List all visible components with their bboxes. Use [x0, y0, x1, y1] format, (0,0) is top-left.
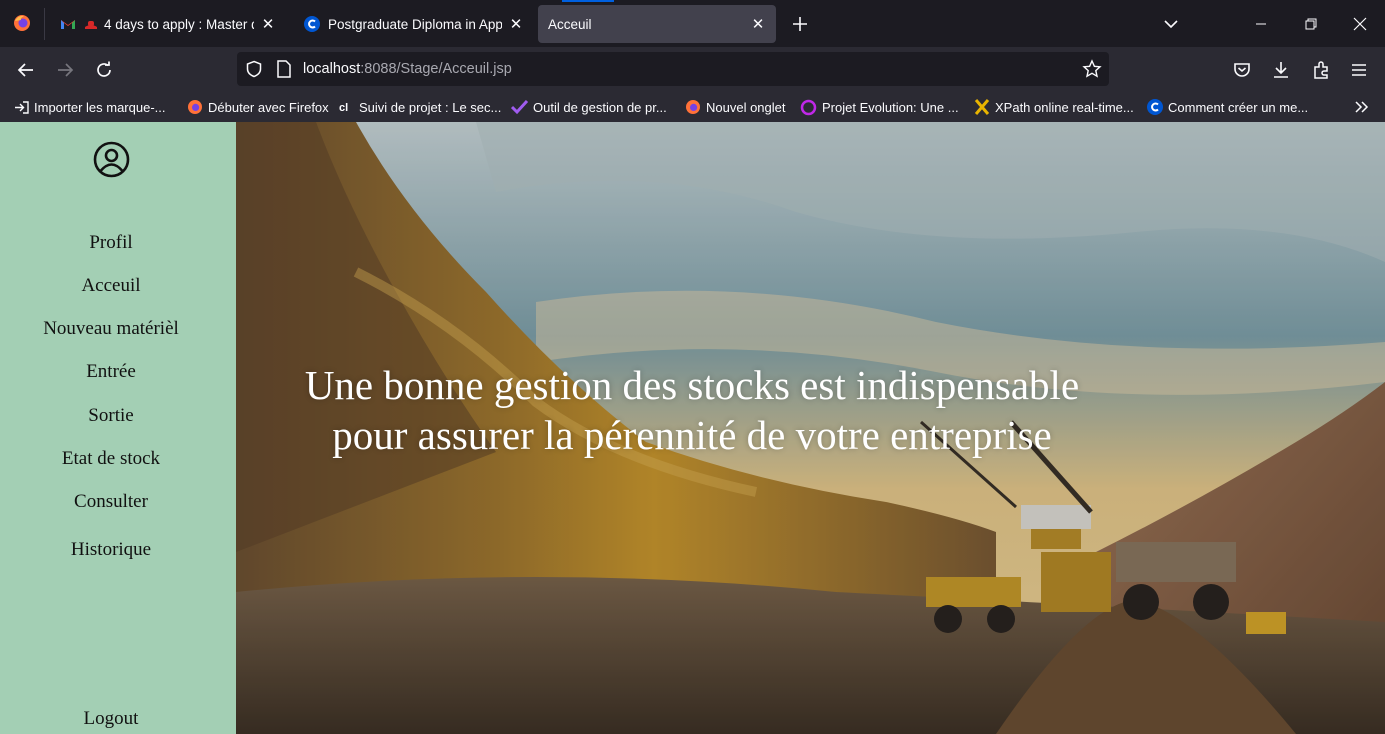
new-tab-icon[interactable]	[786, 10, 814, 38]
hero-title: Une bonne gestion des stocks est indispe…	[262, 360, 1122, 460]
ring-icon	[800, 99, 817, 115]
shield-icon[interactable]	[245, 60, 263, 78]
restore-icon[interactable]	[1297, 10, 1325, 38]
bookmark-label: Importer les marque-...	[34, 99, 166, 115]
bookmark-debuter-firefox[interactable]: Débuter avec Firefox	[187, 98, 329, 116]
svg-text:cl: cl	[339, 102, 348, 114]
more-bookmarks-chevron-icon[interactable]	[1354, 98, 1375, 116]
bookmark-projet-evolution[interactable]: Projet Evolution: Une ...	[800, 98, 959, 116]
c-brand-icon	[1147, 99, 1163, 115]
url-bar[interactable]: localhost:8088/Stage/Acceuil.jsp	[237, 52, 1109, 86]
user-profile-icon[interactable]	[93, 141, 130, 178]
tab-acceuil[interactable]: Acceuil ✕	[538, 5, 776, 43]
close-window-icon[interactable]	[1346, 10, 1374, 38]
bookmark-label: Comment créer un me...	[1168, 99, 1309, 115]
firefox-icon	[188, 100, 202, 114]
bookmark-star-icon[interactable]	[1082, 59, 1102, 79]
red-hat-icon	[85, 21, 97, 29]
back-icon[interactable]	[11, 55, 41, 85]
bookmark-outil-gestion[interactable]: Outil de gestion de pr...	[511, 98, 667, 116]
logout-link[interactable]: Logout	[0, 708, 222, 730]
bookmark-label: Projet Evolution: Une ...	[822, 99, 959, 115]
tab-postgraduate[interactable]: Postgraduate Diploma in Applied ✕	[294, 5, 534, 43]
sidebar-item-profil[interactable]: Profil	[0, 232, 222, 254]
tab-separator	[44, 8, 45, 40]
gmail-icon	[61, 20, 75, 29]
tab-loading-indicator	[562, 0, 614, 2]
bookmarks-toolbar: Importer les marque-... Débuter avec Fir…	[0, 92, 1385, 122]
reload-icon[interactable]	[89, 55, 119, 85]
url-host: localhost	[303, 61, 361, 77]
tab-title: 4 days to apply : Master data	[104, 16, 254, 32]
tab-title: Acceuil	[548, 16, 592, 32]
minimize-icon[interactable]	[1247, 10, 1275, 38]
firefox-menu-icon[interactable]	[8, 9, 36, 37]
page-content: Profil Acceuil Nouveau matérièl Entrée S…	[0, 122, 1385, 734]
sidebar-item-nouveau-materiel[interactable]: Nouveau matérièl	[0, 318, 222, 340]
hero-banner: Une bonne gestion des stocks est indispe…	[236, 122, 1385, 734]
url-path: :8088/Stage/Acceuil.jsp	[360, 61, 512, 77]
downloads-icon[interactable]	[1266, 55, 1296, 85]
bookmark-nouvel-onglet[interactable]: Nouvel onglet	[685, 98, 786, 116]
sidebar-item-etat-de-stock[interactable]: Etat de stock	[0, 448, 222, 470]
url-text[interactable]: localhost:8088/Stage/Acceuil.jsp	[303, 61, 512, 77]
sidebar-item-historique[interactable]: Historique	[0, 539, 222, 561]
bookmark-label: Suivi de projet : Le sec...	[359, 99, 502, 115]
hero-title-line-2: pour assurer la pérennité de votre entre…	[332, 412, 1052, 458]
hamburger-menu-icon[interactable]	[1344, 55, 1374, 85]
x-icon	[974, 99, 990, 115]
firefox-icon	[686, 100, 700, 114]
tab-gmail[interactable]: 4 days to apply : Master data ✕	[50, 5, 286, 43]
navigation-toolbar: localhost:8088/Stage/Acceuil.jsp	[0, 47, 1385, 92]
forward-icon[interactable]	[50, 55, 80, 85]
bookmark-label: Outil de gestion de pr...	[533, 99, 667, 115]
bookmark-comment-creer[interactable]: Comment créer un me...	[1147, 98, 1308, 116]
import-icon	[15, 100, 29, 114]
close-tab-icon[interactable]: ✕	[750, 16, 766, 33]
page-icon[interactable]	[276, 60, 292, 78]
tab-strip: 4 days to apply : Master data ✕ Postgrad…	[0, 0, 1385, 47]
pocket-icon[interactable]	[1227, 55, 1257, 85]
cl-icon: cl	[339, 102, 348, 114]
sidebar-item-entree[interactable]: Entrée	[0, 361, 222, 383]
close-tab-icon[interactable]: ✕	[260, 16, 276, 33]
purple-check-icon	[511, 99, 528, 115]
list-tabs-chevron-icon[interactable]	[1157, 10, 1185, 38]
hero-title-line-1: Une bonne gestion des stocks est indispe…	[304, 362, 1080, 408]
tab-title: Postgraduate Diploma in Applied	[328, 16, 502, 32]
bookmark-import[interactable]: Importer les marque-...	[14, 98, 166, 116]
bookmark-label: Débuter avec Firefox	[208, 99, 329, 115]
c-brand-icon	[304, 16, 320, 32]
sidebar-item-sortie[interactable]: Sortie	[0, 405, 222, 427]
sidebar-item-consulter[interactable]: Consulter	[0, 491, 222, 513]
bookmark-xpath-online[interactable]: XPath online real-time...	[974, 98, 1134, 116]
close-tab-icon[interactable]: ✕	[508, 16, 524, 33]
bookmark-label: XPath online real-time...	[995, 99, 1134, 115]
extensions-icon[interactable]	[1306, 55, 1336, 85]
bookmark-suivi-projet[interactable]: cl Suivi de projet : Le sec...	[338, 98, 501, 116]
sidebar-item-acceuil[interactable]: Acceuil	[0, 275, 222, 297]
sidebar: Profil Acceuil Nouveau matérièl Entrée S…	[0, 122, 236, 734]
bookmark-label: Nouvel onglet	[706, 99, 786, 115]
